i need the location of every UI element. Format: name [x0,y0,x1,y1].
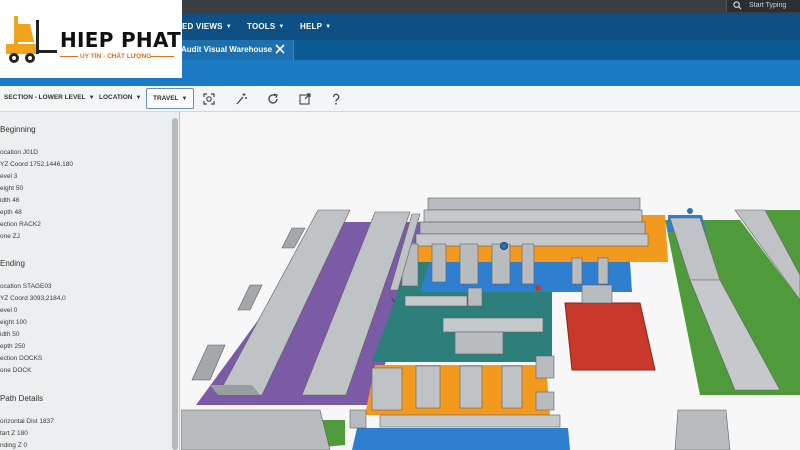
beginning-section: ection RACK2 [0,221,41,228]
ending-heading: Ending [0,259,25,268]
zone-red [564,302,656,371]
refresh-icon[interactable] [266,92,280,106]
location-dropdown-label: LOCATION [99,94,133,101]
ending-height: eight 100 [0,319,27,326]
forklift-icon [6,16,57,63]
marker-right-icon [687,208,693,214]
caret-down-icon: ▼ [278,24,285,30]
magic-wand-icon[interactable] [234,92,248,106]
path-start-z: tart Z 180 [0,430,28,437]
menu-tools-label: TOOLS [247,22,276,31]
global-search-input[interactable]: Start Typing [726,0,800,12]
view-toolbar: SECTION - LOWER LEVEL ▼ LOCATION ▼ TRAVEL ▼ [0,86,800,112]
ending-location: ocation STAGE03 [0,283,52,290]
ending-depth: epth 250 [0,343,26,350]
tab-label: Audit Visual Warehouse [181,45,273,54]
beginning-level: evel 3 [0,173,18,180]
ending-width: idth 50 [0,331,20,338]
section-dropdown-label: SECTION - LOWER LEVEL [4,94,86,101]
close-icon[interactable] [274,43,286,55]
caret-down-icon: ▼ [135,95,142,101]
beginning-location: ocation J01D [0,149,38,156]
travel-details-panel: Beginning ocation J01D YZ Coord 1752,144… [0,112,180,450]
beginning-zone: one ZJ [0,233,20,240]
travel-dropdown[interactable]: TRAVEL ▼ [146,88,195,109]
search-icon [733,1,742,10]
warehouse-3d-viewport[interactable] [181,112,800,450]
beginning-coord: YZ Coord 1752,1446,180 [0,161,73,168]
logo-name: HIEP PHAT [60,28,182,52]
beginning-width: idth 46 [0,197,20,204]
warehouse-scene [181,197,800,450]
section-dropdown[interactable]: SECTION - LOWER LEVEL ▼ [4,94,95,101]
caret-down-icon: ▼ [88,95,95,101]
travel-dropdown-label: TRAVEL [153,95,179,102]
company-logo: HIEP PHAT UY TÍN - CHẤT LƯỢNG [0,0,182,78]
beginning-height: eight 50 [0,185,24,192]
zoom-extent-icon[interactable] [202,92,216,106]
path-details-heading: Path Details [0,394,44,403]
menu-views[interactable]: ED VIEWS ▼ [182,22,232,31]
external-link-icon[interactable] [298,92,312,106]
ending-coord: YZ Coord 3093,2184,0 [0,295,66,302]
path-ending-z: nding Z 0 [0,442,28,449]
menu-views-label: ED VIEWS [182,22,223,31]
logo-rule-right [150,56,174,57]
zone-blue-front [352,428,570,450]
logo-rule-left [60,56,78,57]
caret-down-icon: ▼ [181,96,188,102]
panel-scrollbar[interactable] [172,118,178,450]
caret-down-icon: ▼ [225,24,232,30]
search-placeholder: Start Typing [749,2,787,9]
caret-down-icon: ▼ [325,24,332,30]
path-horizontal-dist: orizontal Dist 1837 [0,418,54,425]
ending-level: evel 0 [0,307,18,314]
beginning-depth: epth 48 [0,209,22,216]
logo-tagline: UY TÍN - CHẤT LƯỢNG [80,53,152,60]
app-window: Start Typing ED VIEWS ▼ TOOLS ▼ HELP ▼ Audi… [0,0,800,450]
menu-help[interactable]: HELP ▼ [300,22,331,31]
start-marker-icon [500,242,508,250]
end-marker-icon [535,285,541,291]
ending-zone: one DOCK [0,367,32,374]
rack-row-bottom [181,409,331,450]
help-icon[interactable] [329,92,343,106]
menu-tools[interactable]: TOOLS ▼ [247,22,285,31]
menu-help-label: HELP [300,22,323,31]
location-dropdown[interactable]: LOCATION ▼ [99,94,141,101]
beginning-heading: Beginning [0,125,36,134]
tab-audit-visual-warehouse[interactable]: Audit Visual Warehouse [176,40,294,60]
ending-section: ection DOCKS [0,355,43,362]
